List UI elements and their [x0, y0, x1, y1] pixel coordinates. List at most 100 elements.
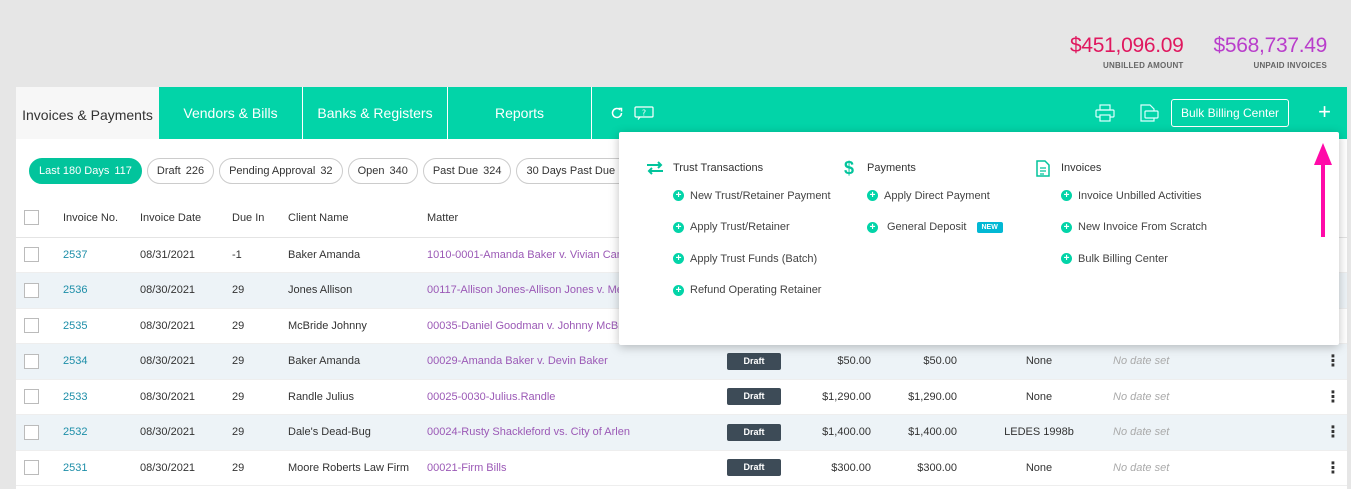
row-checkbox[interactable]: [24, 247, 39, 263]
column-header[interactable]: Invoice Date: [132, 199, 224, 238]
status-cell: Draft: [719, 414, 794, 451]
row-menu-icon[interactable]: ⋮: [1311, 450, 1347, 486]
menu-item[interactable]: + Invoice Unbilled Activities: [1033, 180, 1207, 212]
menu-item-label: Bulk Billing Center: [1078, 252, 1168, 265]
row-checkbox[interactable]: [24, 353, 39, 369]
row-menu-icon[interactable]: ⋮: [1311, 379, 1347, 415]
filter-chip-count: 324: [483, 165, 502, 177]
tab-banks-registers[interactable]: Banks & Registers: [303, 87, 448, 139]
invoices-heading: Invoices: [1033, 156, 1207, 180]
invoice-number-link[interactable]: 2536: [55, 272, 132, 309]
spacer-cell: [1252, 450, 1311, 486]
table-row[interactable]: 2531 08/30/2021 29 Moore Roberts Law Fir…: [16, 450, 1347, 486]
status-badge: Draft: [727, 459, 781, 477]
filter-chip[interactable]: Last 180 Days 117: [29, 158, 142, 184]
ledes-cell: None: [965, 379, 1105, 415]
bulk-billing-button[interactable]: Bulk Billing Center: [1170, 99, 1289, 127]
menu-item[interactable]: + Apply Trust/Retainer: [645, 212, 831, 244]
balance-cell: $1,290.00: [879, 379, 965, 415]
tab-vendors-bills[interactable]: Vendors & Bills: [159, 87, 303, 139]
invoice-number-link[interactable]: 2533: [55, 379, 132, 415]
filter-chip-label: Pending Approval: [229, 165, 316, 177]
column-header[interactable]: Invoice No.: [55, 199, 132, 238]
due-in: 29: [224, 343, 280, 380]
add-circle-icon: +: [867, 190, 878, 202]
amount-cell: $300.00: [794, 450, 879, 486]
add-circle-icon: +: [673, 253, 684, 265]
column-header[interactable]: Client Name: [280, 199, 419, 238]
payments-title: Payments: [867, 162, 916, 174]
menu-item-label: New Trust/Retainer Payment: [690, 189, 831, 202]
matter-link[interactable]: 00024-Rusty Shackleford vs. City of Arle…: [419, 414, 719, 451]
due-in: 29: [224, 379, 280, 415]
invoice-number-link[interactable]: 2537: [55, 237, 132, 273]
invoice-number-link[interactable]: 2534: [55, 343, 132, 380]
select-all-checkbox[interactable]: [24, 210, 39, 226]
table-row[interactable]: 2533 08/30/2021 29 Randle Julius 00025-0…: [16, 379, 1347, 415]
row-menu-icon[interactable]: ⋮: [1311, 414, 1347, 451]
row-menu-icon[interactable]: ⋮: [1311, 343, 1347, 380]
filter-chip[interactable]: Past Due 324: [422, 158, 512, 184]
annotation-arrow-icon: [1314, 143, 1332, 237]
filter-chip-count: 117: [114, 165, 132, 177]
filter-chip-label: Last 180 Days: [39, 165, 110, 177]
filter-chip-label: Open: [357, 165, 385, 177]
filter-chip-count: 340: [389, 165, 408, 177]
row-checkbox[interactable]: [24, 389, 39, 405]
invoice-date: 08/31/2021: [132, 237, 224, 273]
add-circle-icon: +: [1061, 190, 1072, 202]
invoice-number-link[interactable]: 2535: [55, 308, 132, 344]
ledes-cell: None: [965, 450, 1105, 486]
matter-link[interactable]: 00029-Amanda Baker v. Devin Baker: [419, 343, 719, 380]
filter-chip[interactable]: Draft 226: [146, 158, 215, 184]
row-checkbox[interactable]: [24, 424, 39, 440]
menu-item[interactable]: + Apply Trust Funds (Batch): [645, 243, 831, 275]
matter-link[interactable]: 00025-0030-Julius.Randle: [419, 379, 719, 415]
filter-chip-label: Draft: [156, 165, 181, 177]
invoice-date: 08/30/2021: [132, 379, 224, 415]
menu-item[interactable]: + New Invoice From Scratch: [1033, 212, 1207, 244]
matter-link[interactable]: 00021-Firm Bills: [419, 450, 719, 486]
table-row[interactable]: 2534 08/30/2021 29 Baker Amanda 00029-Am…: [16, 343, 1347, 380]
due-in: -1: [224, 237, 280, 273]
ledes-cell: LEDES 1998b: [965, 414, 1105, 451]
export-icon[interactable]: [1137, 101, 1161, 125]
filter-chip[interactable]: Open 340: [347, 158, 418, 184]
spacer-cell: [1193, 379, 1252, 415]
menu-item[interactable]: + New Trust/Retainer Payment: [645, 180, 831, 212]
invoice-date: 08/30/2021: [132, 343, 224, 380]
client-name: Baker Amanda: [280, 343, 419, 380]
filter-chip-label: 30 Days Past Due: [526, 165, 616, 177]
add-circle-icon: +: [1061, 253, 1072, 265]
menu-item[interactable]: + Apply Direct Payment: [839, 180, 1003, 212]
add-plus-button[interactable]: +: [1318, 99, 1331, 125]
filter-chip[interactable]: Pending Approval 32: [219, 158, 343, 184]
tab-reports[interactable]: Reports: [448, 87, 592, 139]
client-name: Dale's Dead-Bug: [280, 414, 419, 451]
date-set-cell: No date set: [1105, 414, 1193, 451]
client-name: Randle Julius: [280, 379, 419, 415]
client-name: Moore Roberts Law Firm: [280, 450, 419, 486]
row-select-cell: [16, 379, 55, 415]
column-header[interactable]: Due In: [224, 199, 280, 238]
menu-item[interactable]: + Refund Operating Retainer: [645, 275, 831, 307]
tab-invoices-payments[interactable]: Invoices & Payments: [16, 87, 159, 139]
menu-item-label: General Deposit: [887, 221, 967, 234]
invoice-date: 08/30/2021: [132, 308, 224, 344]
row-checkbox[interactable]: [24, 282, 39, 298]
row-checkbox[interactable]: [24, 318, 39, 334]
status-cell: Draft: [719, 450, 794, 486]
add-dropdown-menu: Trust Transactions + New Trust/Retainer P…: [619, 132, 1339, 345]
invoice-number-link[interactable]: 2532: [55, 414, 132, 451]
invoice-number-link[interactable]: 2531: [55, 450, 132, 486]
spacer-cell: [1193, 450, 1252, 486]
row-checkbox[interactable]: [24, 460, 39, 476]
menu-item[interactable]: + Bulk Billing Center: [1033, 243, 1207, 275]
print-icon[interactable]: [1093, 101, 1117, 125]
status-badge: Draft: [727, 352, 781, 370]
menu-item-label: Apply Trust/Retainer: [690, 221, 790, 234]
table-row[interactable]: 2532 08/30/2021 29 Dale's Dead-Bug 00024…: [16, 414, 1347, 451]
menu-item[interactable]: + General Deposit NEW: [839, 212, 1003, 244]
svg-text:?: ?: [642, 109, 646, 118]
client-name: Jones Allison: [280, 272, 419, 309]
